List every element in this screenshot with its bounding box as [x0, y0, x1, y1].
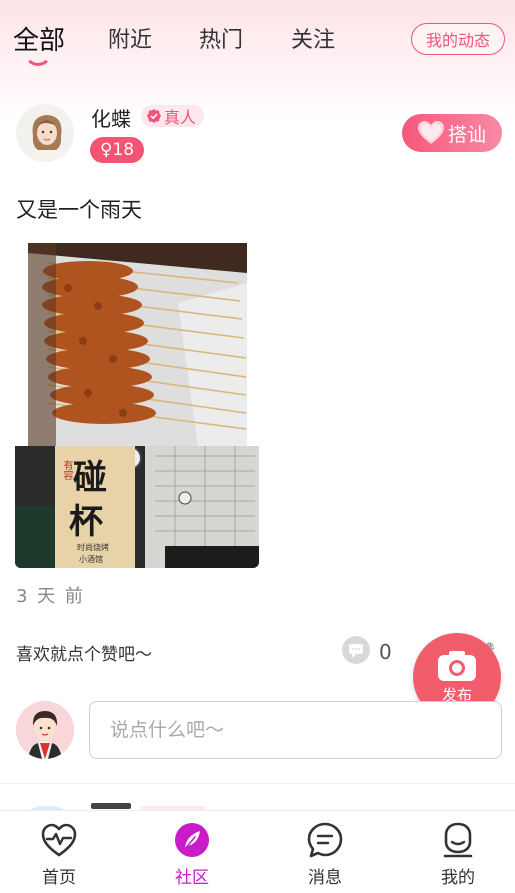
author-avatar[interactable] — [16, 104, 74, 162]
tab-hot[interactable]: 热门 — [199, 22, 243, 54]
shop-sign-small1: 时尚烧烤 — [77, 543, 109, 552]
shop-sign-small2: 小酒馆 — [79, 555, 103, 564]
user-face-icon — [443, 822, 473, 858]
post-photo-shop[interactable]: 有容 碰 杯 时尚烧烤 小酒馆 — [15, 446, 259, 568]
nav-community-label: 社区 — [175, 868, 209, 888]
active-tab-indicator — [24, 50, 52, 66]
nav-home-label: 首页 — [42, 868, 76, 888]
top-tab-bar: 全部 附近 热门 关注 我的动态 — [0, 0, 515, 80]
shop-sign-line2: 杯 — [69, 502, 103, 542]
author-name[interactable]: 化蝶 — [91, 103, 131, 132]
post-timestamp: 3 天 前 — [16, 586, 85, 607]
shop-sign-side: 有容 — [61, 460, 72, 480]
heart-icon — [417, 121, 444, 144]
like-prompt: 喜欢就点个赞吧～ — [16, 645, 152, 665]
chat-bubble-icon — [307, 822, 343, 858]
dashan-button[interactable]: 搭讪 — [402, 114, 502, 152]
nav-profile-label: 我的 — [441, 868, 475, 888]
nav-messages[interactable]: 消息 — [285, 821, 365, 888]
comment-input[interactable] — [89, 701, 502, 759]
feather-icon — [175, 823, 209, 857]
post-divider — [0, 783, 515, 784]
tab-following[interactable]: 关注 — [291, 22, 335, 54]
current-user-avatar[interactable] — [16, 701, 74, 759]
nav-messages-label: 消息 — [308, 868, 342, 888]
verified-badge: 真人 — [141, 105, 205, 127]
verified-label: 真人 — [164, 108, 197, 127]
next-post-name — [91, 803, 131, 809]
comment-icon[interactable] — [342, 636, 370, 664]
gender-age-badge: ♀18 — [90, 137, 145, 163]
nav-community[interactable]: 社区 — [152, 821, 232, 888]
comment-count: 0 — [379, 640, 392, 664]
verified-check-icon — [147, 109, 161, 123]
my-dynamic-button[interactable]: 我的动态 — [411, 23, 505, 55]
dashan-label: 搭讪 — [447, 123, 486, 146]
shop-sign-line1: 碰 — [73, 458, 107, 498]
tab-nearby[interactable]: 附近 — [108, 22, 152, 54]
nav-profile[interactable]: 我的 — [418, 821, 498, 888]
bottom-nav: 首页 社区 消息 我的 — [0, 810, 515, 893]
nav-home[interactable]: 首页 — [19, 821, 99, 888]
camera-icon — [438, 650, 476, 681]
post-photo-skewers[interactable] — [28, 243, 247, 447]
gender-age-text: ♀18 — [100, 140, 135, 160]
heart-pulse-icon — [41, 823, 77, 857]
post-text: 又是一个雨天 — [16, 198, 142, 222]
